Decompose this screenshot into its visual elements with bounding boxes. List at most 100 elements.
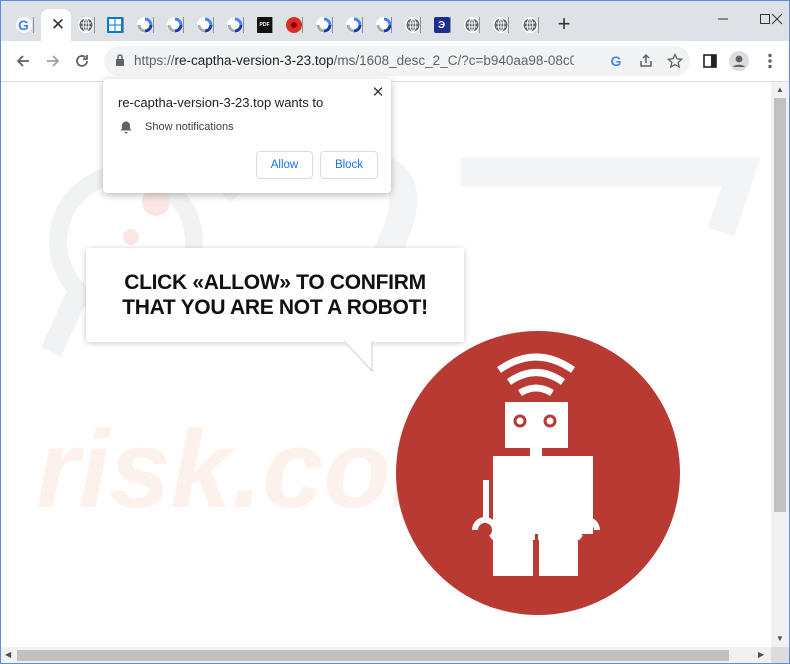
browser-tab[interactable] [398, 9, 427, 41]
browser-tab[interactable] [369, 9, 398, 41]
forward-arrow-icon [47, 55, 60, 67]
globe-icon [463, 17, 480, 33]
permission-text: Show notifications [145, 121, 234, 133]
dark-blue-icon: Э [433, 17, 450, 33]
horizontal-scrollbar[interactable]: ◀ ▶ [1, 647, 771, 663]
bubble-line-2: THAT YOU ARE NOT A ROBOT! [122, 296, 428, 319]
tab-separator [94, 17, 95, 33]
url-text: https://re-captha-version-3-23.top/ms/16… [134, 53, 574, 68]
address-bar[interactable]: https://re-captha-version-3-23.top/ms/16… [104, 46, 690, 76]
tab-separator [538, 17, 539, 33]
menu-button[interactable] [757, 48, 783, 74]
kebab-menu-icon [768, 53, 772, 69]
speech-bubble: CLICK «ALLOW» TO CONFIRM THAT YOU ARE NO… [86, 248, 464, 342]
close-window-button[interactable] [764, 5, 789, 33]
tab-separator [33, 17, 34, 33]
tab-strip: G PDF Э ✕ + [1, 1, 789, 41]
bell-icon [120, 121, 132, 134]
browser-tab[interactable]: Э [427, 9, 456, 41]
vertical-scrollbar[interactable]: ▲ ▼ [771, 82, 789, 647]
minimize-button[interactable] [700, 5, 746, 33]
browser-tab[interactable] [190, 9, 219, 41]
tab-separator [332, 17, 333, 33]
url-scheme: https:// [134, 53, 175, 68]
lock-icon[interactable] [114, 53, 126, 67]
close-window-icon [771, 13, 783, 25]
tab-separator [272, 17, 273, 33]
globe-icon [492, 17, 509, 33]
popup-title: re-captha-version-3-23.top wants to [118, 95, 324, 110]
globe-icon [404, 17, 421, 33]
robot-illustration [396, 331, 680, 615]
vertical-scroll-thumb[interactable] [774, 98, 786, 512]
side-panel-button[interactable] [697, 48, 723, 74]
google-icon: G [15, 17, 32, 33]
side-panel-icon [703, 54, 717, 68]
recaptcha-icon [375, 17, 392, 33]
tab-separator [153, 17, 154, 33]
speech-bubble-tail [344, 341, 373, 373]
scroll-down-icon[interactable]: ▼ [776, 634, 784, 643]
horizontal-scroll-thumb[interactable] [17, 650, 729, 661]
browser-tab[interactable] [515, 9, 544, 41]
recaptcha-icon [196, 17, 213, 33]
bubble-line-1: CLICK «ALLOW» TO CONFIRM [124, 271, 426, 294]
browser-tab[interactable] [339, 9, 368, 41]
browser-tab[interactable] [71, 9, 100, 41]
red-circle-icon [285, 17, 302, 33]
notification-permission-popup: re-captha-version-3-23.top wants to ✕ Sh… [103, 79, 391, 193]
tab-separator [450, 17, 451, 33]
browser-tab[interactable] [220, 9, 249, 41]
tab-separator [391, 17, 392, 33]
browser-tab[interactable] [130, 9, 159, 41]
browser-tab[interactable] [100, 9, 129, 41]
browser-tab[interactable] [486, 9, 515, 41]
bookmark-star-icon[interactable] [665, 51, 685, 71]
recaptcha-icon [345, 17, 362, 33]
profile-button[interactable] [726, 48, 752, 74]
block-button[interactable]: Block [320, 151, 378, 179]
tab-separator [479, 17, 480, 33]
globe-icon [521, 17, 538, 33]
google-lens-icon[interactable]: G [606, 51, 626, 71]
browser-toolbar: https://re-captha-version-3-23.top/ms/16… [1, 41, 789, 82]
share-icon[interactable] [636, 51, 656, 71]
recaptcha-icon [226, 17, 243, 33]
tab-separator [302, 17, 303, 33]
windows-icon [106, 17, 123, 33]
url-host: re-captha-version-3-23.top [174, 53, 334, 68]
avatar-icon [729, 51, 749, 71]
scrollbar-corner [771, 647, 789, 663]
scroll-up-icon[interactable]: ▲ [776, 85, 784, 94]
recaptcha-icon [136, 17, 153, 33]
new-tab-button[interactable]: + [550, 10, 578, 38]
bubble-message: CLICK «ALLOW» TO CONFIRM THAT YOU ARE NO… [122, 270, 428, 320]
close-tab-icon[interactable]: ✕ [43, 10, 73, 40]
tab-separator [420, 17, 421, 33]
browser-window: G PDF Э ✕ + https://re-captha-version-3-23… [0, 0, 790, 664]
tab-separator [508, 17, 509, 33]
tab-separator [183, 17, 184, 33]
browser-tab[interactable] [160, 9, 189, 41]
back-arrow-icon [16, 55, 29, 67]
back-button[interactable] [9, 47, 37, 75]
globe-icon [77, 17, 94, 33]
dark-site-icon: PDF [256, 17, 273, 33]
tab-separator [362, 17, 363, 33]
url-path: /ms/1608_desc_2_C/?c=b940aa98-08c0-4d04-… [333, 53, 574, 68]
scroll-left-icon[interactable]: ◀ [5, 650, 11, 659]
browser-tab[interactable] [279, 9, 308, 41]
browser-tab[interactable] [309, 9, 338, 41]
tab-separator [243, 17, 244, 33]
tab-separator [213, 17, 214, 33]
browser-tab[interactable] [457, 9, 486, 41]
browser-tab[interactable]: PDF [250, 9, 279, 41]
forward-button[interactable] [39, 47, 67, 75]
scroll-right-icon[interactable]: ▶ [758, 650, 764, 659]
reload-button[interactable] [68, 47, 96, 75]
minimize-icon [718, 18, 728, 20]
allow-button[interactable]: Allow [256, 151, 313, 179]
popup-close-icon[interactable]: ✕ [369, 83, 387, 101]
reload-icon [76, 55, 88, 67]
recaptcha-icon [315, 17, 332, 33]
